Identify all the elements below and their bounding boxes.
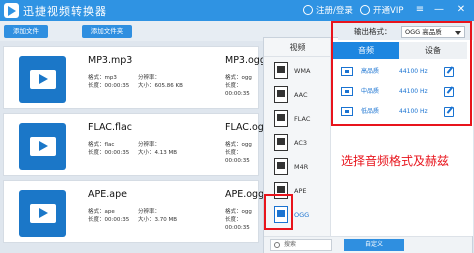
menu-icon[interactable]: ≡ (414, 3, 426, 16)
target-meta: 格式：ogg 长度：00:00:35 (225, 142, 252, 164)
category-video[interactable]: 视频 (264, 38, 331, 57)
source-filename: APE.ape (88, 189, 127, 200)
login-link[interactable]: 注册/登录 (303, 4, 353, 16)
login-label: 注册/登录 (316, 6, 353, 16)
file-item-ape[interactable]: APE.ape 格式：ape 长度：00:00:35 分辨率： 大小：3.70 … (3, 180, 264, 243)
audio-thumbnail-icon (19, 123, 66, 170)
quality-area: 音频 设备 高品质 44100 Hz 中品质 44100 Hz 低品质 4410… (331, 38, 473, 236)
search-icon (274, 242, 280, 248)
minimize-icon[interactable]: — (433, 3, 445, 16)
audio-thumbnail-icon (19, 56, 66, 103)
add-folder-button[interactable]: 添加文件夹 (82, 25, 132, 38)
output-format-bar: 输出格式： OGG 高品质 (338, 24, 474, 40)
vip-link[interactable]: 开通VIP (360, 4, 403, 16)
format-panel: 视频 WMA AAC FLAC AC3 M4R APE OGG 音频 设备 高品… (263, 37, 473, 253)
audio-file-icon (274, 62, 288, 79)
source-filename: MP3.mp3 (88, 55, 133, 66)
source-meta: 格式：ape 长度：00:00:35 (88, 209, 130, 223)
format-flac[interactable]: FLAC (270, 108, 326, 131)
vip-icon (360, 5, 370, 15)
annotation-text: 选择音频格式及赫兹 (341, 154, 450, 168)
quality-low[interactable]: 低品质 44100 Hz (341, 104, 461, 120)
audio-quality-icon (341, 107, 353, 116)
format-ac3[interactable]: AC3 (270, 132, 326, 155)
edit-icon[interactable] (444, 67, 454, 77)
chevron-down-icon (455, 31, 461, 35)
format-wma[interactable]: WMA (270, 60, 326, 83)
target-filename: APE.ogg (225, 189, 265, 200)
audio-file-icon (274, 86, 288, 103)
target-meta: 格式：ogg 长度：00:00:35 (225, 209, 252, 231)
source-meta: 格式：mp3 长度：00:00:35 (88, 75, 130, 89)
title-bar: 迅捷视频转换器 注册/登录 开通VIP ≡ — ✕ (0, 0, 474, 21)
format-list: 视频 WMA AAC FLAC AC3 M4R APE OGG (264, 38, 331, 236)
audio-thumbnail-icon (19, 190, 66, 237)
audio-file-icon (274, 158, 288, 175)
user-icon (303, 5, 313, 15)
add-file-button[interactable]: 添加文件 (4, 25, 48, 38)
file-item-flac[interactable]: FLAC.flac 格式：flac 长度：00:00:35 分辨率： 大小：4.… (3, 113, 270, 176)
tab-device[interactable]: 设备 (399, 42, 467, 59)
audio-quality-icon (341, 67, 353, 76)
file-item-mp3[interactable]: MP3.mp3 格式：mp3 长度：00:00:35 分辨率： 大小：605.8… (3, 46, 266, 109)
audio-file-icon (274, 110, 288, 127)
panel-footer: 搜索 自定义 (264, 236, 472, 253)
quality-high[interactable]: 高品质 44100 Hz (341, 64, 461, 80)
audio-file-icon (274, 206, 288, 223)
source-meta: 格式：flac 长度：00:00:35 (88, 142, 130, 156)
source-meta-2: 分辨率： 大小：4.13 MB (138, 142, 178, 156)
search-input[interactable]: 搜索 (270, 239, 332, 251)
tab-audio[interactable]: 音频 (333, 42, 399, 59)
output-format-select[interactable]: OGG 高品质 (401, 26, 465, 38)
output-format-label: 输出格式： (354, 27, 392, 36)
audio-file-icon (274, 134, 288, 151)
app-logo-icon (4, 3, 19, 18)
source-filename: FLAC.flac (88, 122, 132, 133)
vip-label: 开通VIP (373, 6, 404, 16)
format-ape[interactable]: APE (270, 180, 326, 203)
quality-medium[interactable]: 中品质 44100 Hz (341, 84, 461, 100)
target-filename: MP3.ogg (225, 55, 266, 66)
source-meta-2: 分辨率： 大小：3.70 MB (138, 209, 178, 223)
format-ogg[interactable]: OGG (270, 204, 326, 227)
audio-file-icon (274, 182, 288, 199)
app-title: 迅捷视频转换器 (23, 5, 107, 18)
source-meta-2: 分辨率： 大小：605.86 KB (138, 75, 183, 89)
format-aac[interactable]: AAC (270, 84, 326, 107)
audio-quality-icon (341, 87, 353, 96)
close-icon[interactable]: ✕ (455, 3, 467, 16)
target-meta: 格式：ogg 长度：00:00:35 (225, 75, 252, 97)
format-m4r[interactable]: M4R (270, 156, 326, 179)
edit-icon[interactable] (444, 107, 454, 117)
custom-button[interactable]: 自定义 (344, 239, 404, 251)
edit-icon[interactable] (444, 87, 454, 97)
